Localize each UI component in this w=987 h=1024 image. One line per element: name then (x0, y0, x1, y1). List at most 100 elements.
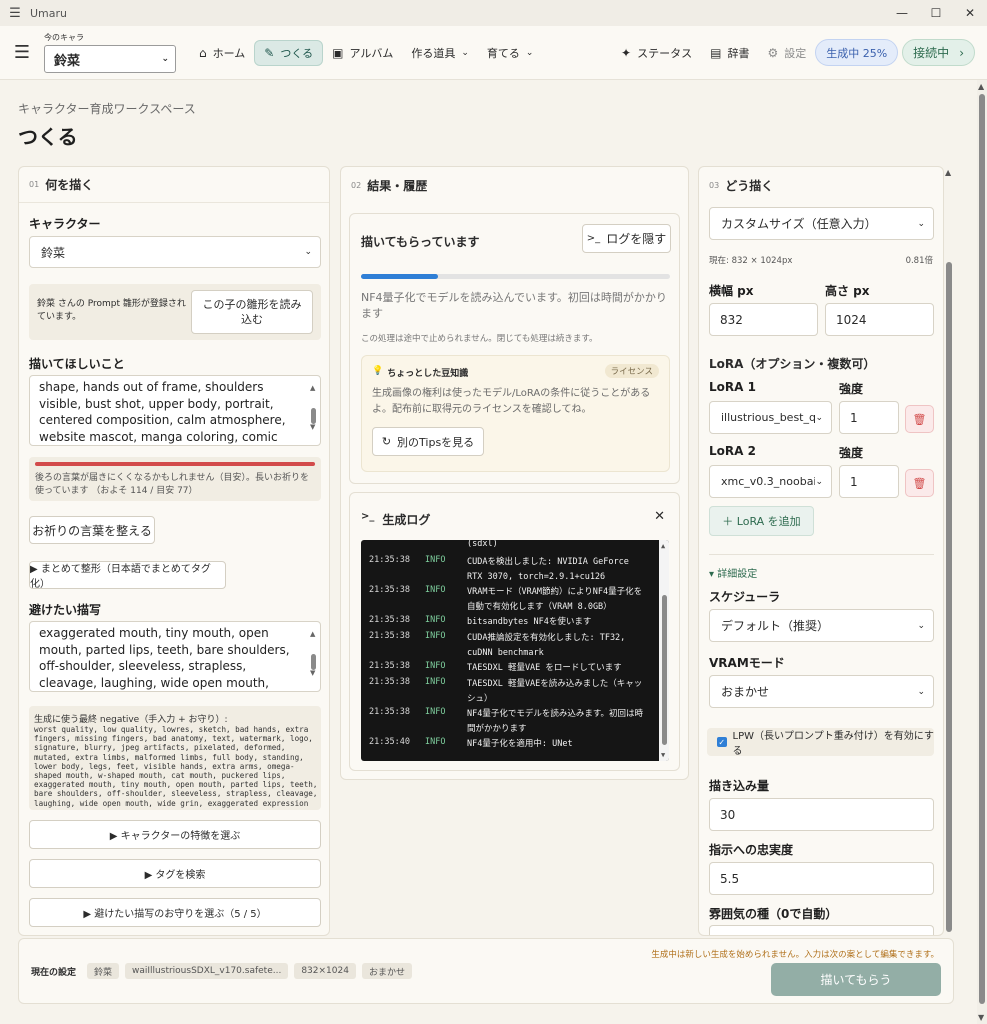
status-title: 描いてもらっています (361, 235, 480, 249)
chevron-down-icon: ⌄ (917, 218, 925, 229)
scheduler-value: デフォルト（推奨） (721, 619, 830, 633)
character-select[interactable]: 鈴菜 ⌄ (29, 236, 321, 268)
lora-1-select[interactable]: illustrious_best_qua ⌄ (709, 401, 832, 434)
generate-button[interactable]: 描いてもらう (771, 963, 941, 996)
chevron-down-icon: ⌄ (917, 686, 925, 697)
setting-tag: 832×1024 (294, 963, 356, 979)
delete-lora-2-button[interactable]: 🗑 (905, 469, 934, 497)
current-character-select[interactable]: 鈴菜 ⌄ (44, 45, 176, 73)
prompt-scrollbar[interactable]: ▲ ▼ (308, 378, 318, 443)
delete-lora-1-button[interactable]: 🗑 (905, 405, 934, 433)
prompt-label: 描いてほしいこと (29, 357, 125, 371)
final-negative-box: 生成に使う最終 negative（手入力 + お守り）: worst quali… (29, 706, 321, 810)
connection-pill[interactable]: 接続中 › (902, 39, 975, 66)
minimize-button[interactable]: — (885, 0, 919, 26)
nav-tools[interactable]: 作る道具 ⌄ (402, 40, 478, 66)
lora-2-strength-input[interactable]: 1 (839, 465, 899, 498)
size-select[interactable]: カスタムサイズ（任意入力） ⌄ (709, 207, 934, 240)
scroll-up-icon: ▲ (310, 384, 316, 392)
lora-title: LoRA（オプション・複数可） (709, 357, 876, 371)
scroll-down-icon: ▼ (978, 1013, 985, 1022)
log-row: 21:35:40 INFO NF4量子化を適用中: UNet (369, 737, 573, 749)
refresh-icon: ↻ (381, 435, 392, 448)
nav-status-label: ステータス (637, 46, 693, 60)
scroll-thumb[interactable] (662, 595, 667, 745)
tip-badge: ライセンス (604, 364, 659, 378)
lpw-option[interactable]: ✓ LPW（長いプロンプト重み付け）を有効にする (707, 728, 934, 757)
seed-input[interactable] (709, 925, 934, 935)
next-tip-button[interactable]: ↻ 別のTipsを見る (372, 427, 484, 456)
nav-album[interactable]: ▣ アルバム (323, 40, 402, 66)
app-menu-icon[interactable]: ☰ (0, 6, 30, 21)
height-label: 高さ px (825, 284, 870, 298)
checkbox-checked-icon[interactable]: ✓ (717, 737, 727, 747)
hide-log-button[interactable]: >_ ログを隠す (582, 224, 671, 253)
lora-2-select[interactable]: xmc_v0.3_noobai_c ⌄ (709, 465, 832, 498)
panel-title: どう描く (725, 178, 774, 193)
cfg-input[interactable]: 5.5 (709, 862, 934, 895)
bulk-format-button[interactable]: ▶ まとめて整形（日本語でまとめてタグ化） (29, 561, 226, 590)
prompt-textarea[interactable]: shape, hands out of frame, shoulders vis… (29, 375, 321, 446)
tidy-prompt-button[interactable]: お祈りの言葉を整える (29, 516, 155, 544)
character-select-value: 鈴菜 (41, 245, 66, 260)
nav-create[interactable]: ✎ つくる (254, 39, 324, 66)
nav-dictionary[interactable]: ▤ 辞書 (701, 40, 758, 66)
progress-fill (361, 274, 439, 279)
page-scrollbar[interactable]: ▲ ▼ (977, 80, 987, 1024)
chevron-down-icon: ⌄ (161, 54, 169, 64)
template-notice: 鈴菜 さんの Prompt 雛形が登録されています。 この子の雛形を読み込む (29, 284, 321, 340)
nav-home[interactable]: ⌂ ホーム (190, 40, 254, 66)
sparkle-icon: ✦ (621, 45, 632, 60)
lora-1-strength-label: 強度 (839, 382, 864, 396)
scheduler-select[interactable]: デフォルト（推奨） ⌄ (709, 609, 934, 642)
panel-results-history: 02 結果・履歴 描いてもらっています >_ ログを隠す NF4量子化でモデルを… (340, 166, 689, 780)
advanced-toggle[interactable]: ▾ 詳細設定 (709, 565, 757, 580)
scroll-thumb[interactable] (946, 262, 952, 932)
negative-label: 避けたい描写 (29, 603, 102, 617)
settings-scrollbar[interactable]: ▲ (944, 166, 954, 936)
terminal-icon: >_ (586, 233, 601, 244)
nav-raise[interactable]: 育てる ⌄ (478, 40, 543, 66)
nav-tools-label: 作る道具 (411, 46, 456, 60)
title-bar: ☰ Umaru — ☐ ✕ (0, 0, 987, 26)
close-window-button[interactable]: ✕ (953, 0, 987, 26)
gear-icon: ⚙ (767, 45, 779, 60)
lora-1-label: LoRA 1 (709, 380, 756, 394)
lora-2-strength-label: 強度 (839, 446, 864, 460)
vram-label: VRAMモード (709, 656, 785, 670)
negative-scrollbar[interactable]: ▲ ▼ (308, 624, 318, 689)
steps-input[interactable]: 30 (709, 798, 934, 831)
log-fragment: (sdxl) (467, 540, 498, 549)
nav-status[interactable]: ✦ ステータス (612, 40, 701, 66)
chevron-down-icon: ⌄ (461, 47, 469, 58)
add-lora-button[interactable]: ＋ LoRA を追加 (709, 506, 814, 536)
maximize-button[interactable]: ☐ (919, 0, 953, 26)
log-scrollbar[interactable]: ▲ ▼ (659, 540, 669, 761)
lora-1-strength-input[interactable]: 1 (839, 401, 899, 434)
choose-charms-button[interactable]: ▶ 避けたい描写のお守りを選ぶ（5 / 5） (29, 898, 321, 927)
scroll-thumb[interactable] (979, 94, 985, 1004)
progress-pill: 生成中 25% (815, 39, 899, 66)
prompt-text: shape, hands out of frame, shoulders vis… (39, 380, 286, 444)
width-input[interactable]: 832 (709, 303, 818, 336)
scheduler-label: スケジューラ (709, 590, 781, 604)
chevron-right-icon: › (959, 45, 964, 60)
panel-title: 結果・履歴 (367, 178, 428, 193)
panel-header: 03 どう描く (699, 167, 943, 203)
nav-home-label: ホーム (212, 46, 246, 60)
current-settings-label: 現在の設定 (31, 968, 77, 978)
app-title: Umaru (30, 6, 68, 20)
tag-search-button[interactable]: ▶ タグを検索 (29, 859, 321, 888)
load-template-button[interactable]: この子の雛形を読み込む (191, 290, 313, 334)
generation-log-card: >_ 生成ログ ✕ (sdxl) 21:35:38 INFO CUDAを検出しました… (349, 492, 680, 771)
choose-features-button[interactable]: ▶ キャラクターの特徴を選ぶ (29, 820, 321, 849)
lpw-label: LPW（長いプロンプト重み付け）を有効にする (732, 731, 934, 757)
hamburger-icon[interactable]: ☰ (0, 42, 44, 63)
current-size: 現在: 832 × 1024px (709, 256, 793, 266)
height-input[interactable]: 1024 (825, 303, 934, 336)
close-log-button[interactable]: ✕ (654, 509, 665, 524)
final-negative-text: worst quality, low quality, lowres, sket… (34, 725, 318, 808)
nav-settings[interactable]: ⚙ 設定 (758, 40, 815, 66)
vram-select[interactable]: おまかせ ⌄ (709, 675, 934, 708)
negative-textarea[interactable]: exaggerated mouth, tiny mouth, open mout… (29, 621, 321, 692)
